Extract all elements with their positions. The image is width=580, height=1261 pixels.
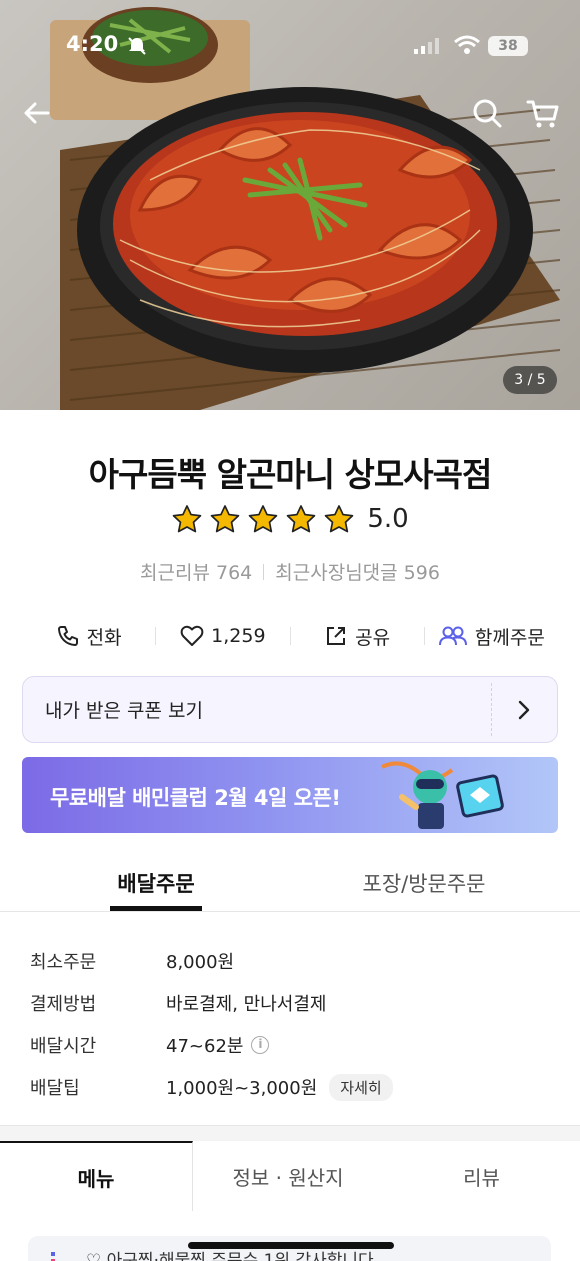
store-name: 아구듬뿍 알곤마니 상모사곡점 [88, 455, 493, 494]
payment-value: 바로결제, 만나서결제 [166, 994, 327, 1015]
divider [491, 683, 492, 736]
battery-indicator: 38 [488, 36, 528, 56]
star-icon [325, 505, 354, 533]
signal-icon [414, 38, 439, 54]
home-indicator [188, 1242, 394, 1249]
payment-label: 결제방법 [30, 994, 97, 1015]
star-icon [249, 505, 278, 533]
promo-banner[interactable]: 무료배달 배민클럽 2월 4일 오픈! [22, 757, 558, 833]
tip-details-button[interactable]: 자세히 [329, 1073, 393, 1101]
silent-icon [128, 37, 146, 55]
divider [263, 563, 265, 580]
delivery-info: 최소주문 8,000원 결제방법 바로결제, 만나서결제 배달시간 47~62분… [30, 940, 550, 1108]
back-button[interactable] [20, 96, 54, 130]
favorite-count: 1,259 [211, 625, 266, 647]
info-row-delivery-time: 배달시간 47~62분 i [30, 1024, 550, 1066]
image-pager: 3 / 5 [503, 366, 557, 394]
banner-text-highlight: 2월 4일 오픈! [214, 786, 341, 810]
section-divider [0, 1125, 580, 1141]
hero-image[interactable]: 4:20 38 3 / 5 [0, 0, 580, 410]
chevron-right-icon [518, 700, 530, 719]
favorite-button[interactable]: 1,259 [156, 625, 289, 647]
review-summary[interactable]: 최근리뷰 764 최근사장님댓글 596 [0, 558, 580, 585]
share-label: 공유 [355, 626, 391, 649]
cart-button[interactable] [524, 96, 562, 130]
group-order-label: 함께주문 [474, 626, 545, 649]
tab-menu[interactable]: 메뉴 [0, 1141, 193, 1211]
star-icon [287, 505, 316, 533]
store-actions: 전화 1,259 공유 함께주문 [22, 618, 558, 654]
owner-replies-count[interactable]: 최근사장님댓글 596 [275, 558, 440, 585]
info-row-payment: 결제방법 바로결제, 만나서결제 [30, 982, 550, 1024]
coupon-label: 내가 받은 쿠폰 보기 [45, 700, 203, 722]
status-time: 4:20 [66, 32, 119, 56]
min-order-label: 최소주문 [30, 952, 97, 973]
notice-icon [51, 1252, 55, 1261]
delivery-time-wrap: 47~62분 i [166, 1032, 270, 1058]
star-rating [171, 504, 355, 534]
info-icon[interactable]: i [251, 1036, 270, 1054]
tab-reviews[interactable]: 리뷰 [383, 1141, 580, 1211]
banner-text: 무료배달 배민클럽 2월 4일 오픈! [50, 782, 341, 812]
active-tab-indicator [110, 906, 202, 911]
tab-pickup[interactable]: 포장/방문주문 [330, 868, 518, 898]
search-icon [473, 99, 502, 128]
info-row-delivery-tip: 배달팁 1,000원~3,000원 자세히 [30, 1066, 550, 1108]
arrow-left-icon [24, 102, 50, 124]
group-order-button[interactable]: 함께주문 [425, 623, 558, 650]
delivery-time-label: 배달시간 [30, 1036, 97, 1057]
phone-icon [57, 626, 78, 646]
star-icon [211, 505, 240, 533]
call-label: 전화 [86, 626, 122, 649]
delivery-tip-value: 1,000원~3,000원 [166, 1078, 318, 1099]
recent-reviews-count[interactable]: 최근리뷰 764 [140, 558, 252, 585]
banner-text-prefix: 무료배달 배민클럽 [50, 786, 215, 810]
group-icon [438, 626, 467, 646]
share-button[interactable]: 공유 [291, 623, 424, 650]
wifi-icon [454, 35, 480, 54]
call-button[interactable]: 전화 [22, 623, 155, 650]
rating-row[interactable]: 5.0 [0, 504, 580, 534]
star-icon [173, 505, 202, 533]
info-row-min-order: 최소주문 8,000원 [30, 940, 550, 982]
tab-delivery[interactable]: 배달주문 [110, 868, 202, 898]
status-bar: 4:20 38 [0, 30, 580, 64]
heart-icon [180, 625, 204, 646]
cart-icon [526, 100, 559, 128]
content-tabs: 메뉴 정보 · 원산지 리뷰 [0, 1141, 580, 1211]
coupon-button[interactable]: 내가 받은 쿠폰 보기 [22, 676, 558, 743]
delivery-tip-label: 배달팁 [30, 1078, 80, 1099]
rating-value: 5.0 [367, 504, 409, 534]
search-button[interactable] [470, 96, 504, 130]
banner-illustration [381, 761, 504, 829]
share-icon [327, 627, 346, 645]
order-type-tabs: 배달주문 포장/방문주문 [0, 856, 580, 912]
delivery-time-value: 47~62분 [166, 1036, 244, 1057]
min-order-value: 8,000원 [166, 952, 235, 973]
tab-info-origin[interactable]: 정보 · 원산지 [193, 1141, 383, 1211]
coupon-arrow [491, 699, 557, 721]
delivery-tip-wrap: 1,000원~3,000원 자세히 [166, 1073, 393, 1101]
